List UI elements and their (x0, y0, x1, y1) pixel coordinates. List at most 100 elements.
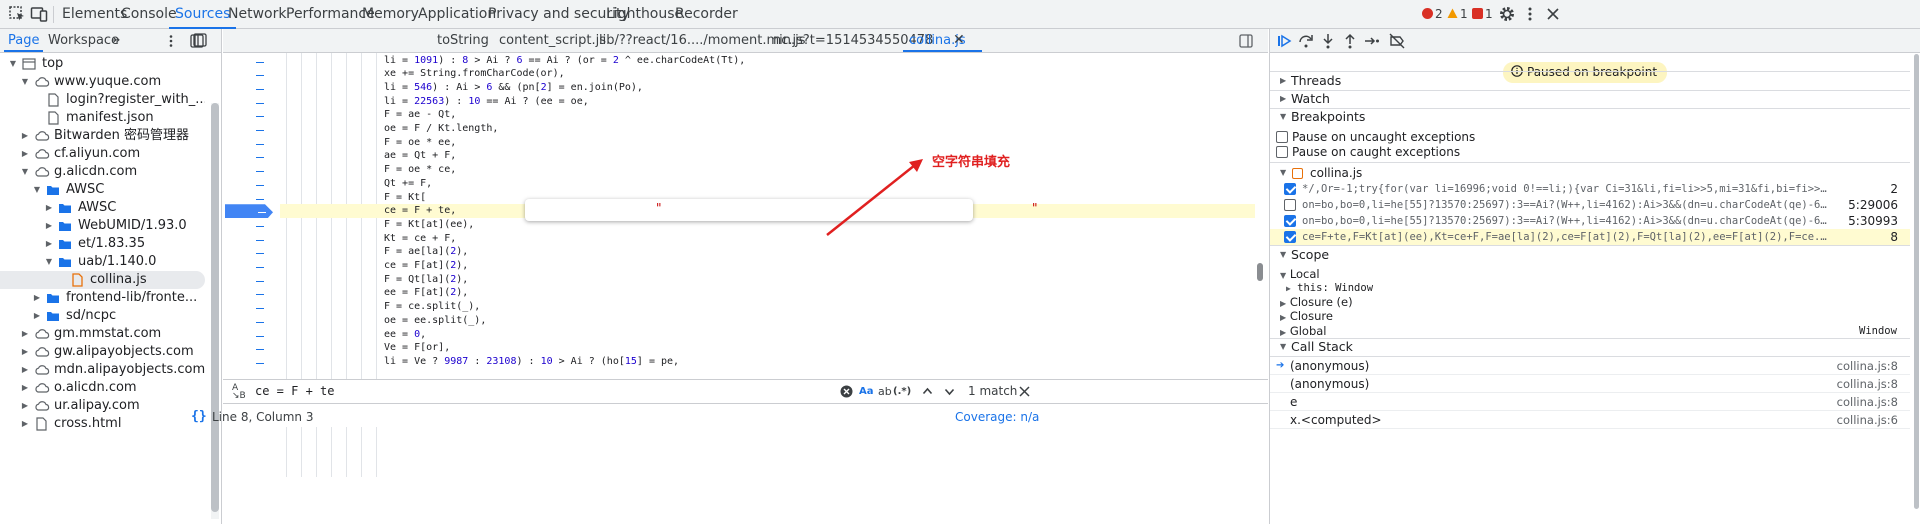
breakpoint-checkbox[interactable] (1284, 231, 1296, 243)
call-frame-location[interactable]: collina.js:8 (1837, 375, 1898, 393)
expand-arrow-icon[interactable]: ▶ (20, 379, 30, 397)
gutter-line[interactable] (223, 163, 280, 177)
pause-caught-checkbox[interactable] (1276, 146, 1288, 158)
tab-elements[interactable]: Elements (62, 0, 127, 29)
tree-item[interactable]: ▶ cross.html (0, 415, 205, 433)
gutter-line[interactable] (223, 67, 280, 81)
call-frame-location[interactable]: collina.js:6 (1837, 411, 1898, 429)
collapse-arrow-icon[interactable]: ▼ (8, 55, 18, 73)
expand-arrow-icon[interactable]: ▶ (32, 307, 42, 325)
breakpoint-entry[interactable]: */,Or=-1;try{for(var li=16996;void 0!==l… (1270, 181, 1910, 197)
gutter-line[interactable] (223, 218, 280, 232)
tree-item[interactable]: ▶ WebUMID/1.93.0 (0, 217, 205, 235)
call-frame[interactable]: x.<computed> collina.js:6 (1270, 411, 1910, 429)
section-scope[interactable]: ▼ Scope (1270, 246, 1910, 264)
gutter-line[interactable] (223, 286, 280, 300)
settings-gear-icon[interactable] (1498, 5, 1516, 23)
tree-item[interactable]: ▶ AWSC (0, 199, 205, 217)
gutter-line[interactable] (223, 136, 280, 150)
expand-arrow-icon[interactable]: ▶ (44, 199, 54, 217)
collapse-arrow-icon[interactable]: ▼ (32, 181, 42, 199)
navigator-scrollbar[interactable] (211, 103, 219, 519)
inspect-element-icon[interactable] (8, 5, 26, 23)
tree-item[interactable]: collina.js (0, 271, 205, 289)
step-over-icon[interactable] (1298, 33, 1314, 49)
collapse-arrow-icon[interactable]: ▼ (20, 73, 30, 91)
gutter-line[interactable] (223, 81, 280, 95)
coverage-status[interactable]: Coverage: n/a (955, 410, 1039, 424)
tab-memory[interactable]: Memory (362, 0, 419, 29)
gutter-line[interactable] (223, 259, 280, 273)
replace-toggle-icon[interactable]: A ↘B (232, 384, 246, 401)
whole-word-icon[interactable]: ab (878, 380, 892, 403)
breakpoint-entry[interactable]: on=bo,bo=0,li=he[55]?13570:25697):3==Ai?… (1270, 197, 1910, 213)
gutter-line[interactable] (223, 54, 280, 68)
toggle-debugger-icon[interactable] (1239, 34, 1253, 48)
expand-arrow-icon[interactable]: ▶ (20, 361, 30, 379)
call-frame[interactable]: (anonymous) collina.js:8 (1270, 375, 1910, 393)
breakpoint-file-group[interactable]: ▼ collina.js (1270, 164, 1910, 182)
tree-item[interactable]: ▼ uab/1.140.0 (0, 253, 205, 271)
gutter-line[interactable] (223, 245, 280, 259)
tab-sources[interactable]: Sources (168, 0, 237, 29)
step-out-icon[interactable] (1342, 33, 1358, 49)
tree-item[interactable]: ▼ www.yuque.com (0, 73, 205, 91)
section-call-stack[interactable]: ▼ Call Stack (1270, 338, 1910, 356)
tab-lighthouse[interactable]: Lighthouse (606, 0, 683, 29)
expand-arrow-icon[interactable]: ▶ (44, 235, 54, 253)
expand-arrow-icon[interactable]: ▶ (32, 289, 42, 307)
pretty-print-icon[interactable]: {} (191, 409, 207, 424)
next-match-icon[interactable] (944, 386, 955, 397)
tree-item[interactable]: ▶ Bitwarden 密码管理器 (0, 127, 205, 145)
gutter-line[interactable] (223, 177, 280, 191)
expand-arrow-icon[interactable]: ▶ (20, 415, 30, 433)
expand-arrow-icon[interactable]: ▶ (44, 217, 54, 235)
find-input[interactable]: ce = F + te (255, 380, 334, 403)
match-case-toggle[interactable]: Aa (859, 380, 874, 403)
clear-search-icon[interactable] (840, 385, 853, 398)
expand-arrow-icon[interactable]: ▶ (20, 325, 30, 343)
section-watch[interactable]: ▶ Watch (1270, 90, 1910, 108)
section-threads[interactable]: ▶ Threads (1270, 72, 1910, 90)
expand-arrow-icon[interactable]: ▶ (20, 397, 30, 415)
gutter-line[interactable] (223, 341, 280, 355)
pause-caught-option[interactable]: Pause on caught exceptions (1270, 143, 1910, 161)
tree-item[interactable]: ▶ et/1.83.35 (0, 235, 205, 253)
issues-counter[interactable]: 1 (1472, 7, 1493, 22)
tree-item[interactable]: ▼ top (0, 55, 205, 73)
tab-page[interactable]: Page (3, 29, 45, 52)
tree-item[interactable]: ▶ gw.alipayobjects.com (0, 343, 205, 361)
gutter-line[interactable] (223, 149, 280, 163)
gutter-line[interactable] (223, 95, 280, 109)
file-tab-tostring[interactable]: toString (437, 29, 489, 52)
breakpoint-flag[interactable] (225, 204, 273, 218)
gutter-line[interactable] (223, 232, 280, 246)
file-tab-content-script[interactable]: content_script.js (499, 29, 606, 52)
tab-recorder[interactable]: Recorder (675, 0, 738, 29)
tree-item[interactable]: ▼ AWSC (0, 181, 205, 199)
gutter-line[interactable] (223, 108, 280, 122)
expand-arrow-icon[interactable]: ▶ (20, 343, 30, 361)
gutter-line[interactable] (223, 273, 280, 287)
navigator-more-icon[interactable] (164, 34, 178, 48)
warning-counter[interactable]: 1 (1447, 7, 1468, 22)
debugger-scrollbar[interactable] (1913, 54, 1920, 524)
toggle-sidebar-icon[interactable] (193, 33, 207, 47)
breakpoint-marker[interactable] (223, 204, 280, 218)
tree-item[interactable]: ▶ mdn.alipayobjects.com (0, 361, 205, 379)
gutter-line[interactable] (223, 191, 280, 205)
breakpoint-checkbox[interactable] (1284, 199, 1296, 211)
regex-toggle[interactable]: (.*) (893, 380, 911, 403)
breakpoint-checkbox[interactable] (1284, 183, 1296, 195)
tree-item[interactable]: ▶ ur.alipay.com (0, 397, 205, 415)
gutter-line[interactable] (223, 314, 280, 328)
step-into-icon[interactable] (1320, 33, 1336, 49)
error-counter[interactable]: 2 (1422, 7, 1443, 22)
breakpoint-entry[interactable]: on=bo,bo=0,li=he[55]?13570:25697):3==Ai?… (1270, 213, 1910, 229)
gutter-line[interactable] (223, 355, 280, 369)
tab-workspace[interactable]: Workspace (48, 29, 119, 52)
tree-item[interactable]: manifest.json (0, 109, 205, 127)
tree-item[interactable]: ▶ gm.mmstat.com (0, 325, 205, 343)
collapse-arrow-icon[interactable]: ▼ (44, 253, 54, 271)
collapse-arrow-icon[interactable]: ▼ (20, 163, 30, 181)
